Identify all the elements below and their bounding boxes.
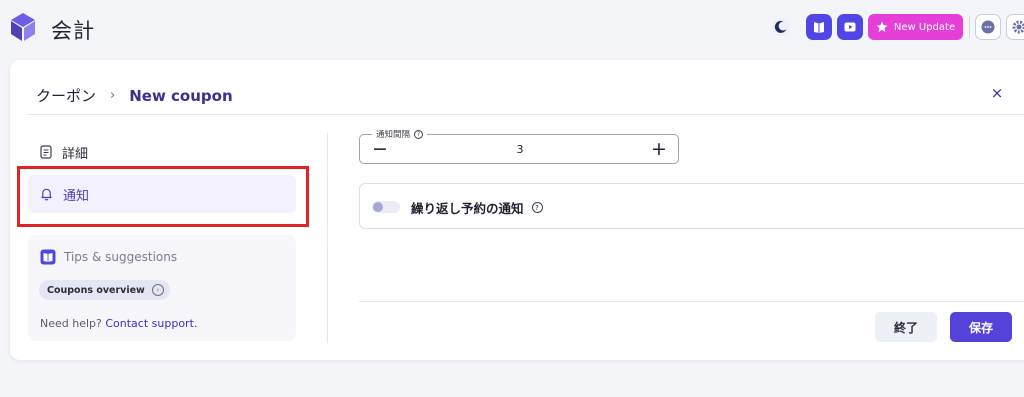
increment-button[interactable]: + bbox=[651, 138, 667, 160]
help-icon[interactable]: ? bbox=[414, 129, 424, 139]
help-text: Need help? Contact support. bbox=[40, 317, 197, 330]
interval-value: 3 bbox=[516, 143, 524, 156]
repeat-notification-box: 繰り返し予約の通知 ? bbox=[359, 183, 1024, 229]
chip-label: Coupons overview bbox=[47, 284, 145, 296]
app-logo-icon bbox=[11, 13, 35, 41]
top-bar: 会計 New Update bbox=[0, 0, 1024, 56]
interval-stepper[interactable]: 通知間隔 ? − 3 + bbox=[359, 128, 679, 164]
breadcrumb-current: New coupon bbox=[129, 86, 233, 105]
guide-button[interactable] bbox=[806, 14, 832, 40]
repeat-notification-toggle[interactable] bbox=[372, 201, 400, 213]
book-icon bbox=[814, 22, 824, 33]
chat-icon bbox=[981, 20, 995, 34]
settings-button[interactable] bbox=[1006, 14, 1024, 40]
footer-divider bbox=[359, 301, 1024, 302]
breadcrumb: クーポン › New coupon bbox=[36, 85, 233, 106]
star-icon bbox=[876, 21, 888, 32]
sidebar-item-label: 詳細 bbox=[62, 146, 89, 162]
help-icon[interactable]: ? bbox=[531, 202, 543, 213]
video-icon bbox=[844, 22, 856, 32]
coupon-panel: クーポン › New coupon × 詳細 通知 Tips & suggest… bbox=[10, 60, 1024, 360]
help-prefix: Need help? bbox=[40, 317, 102, 330]
moon-icon bbox=[772, 18, 790, 36]
header-divider bbox=[27, 114, 1024, 115]
repeat-notification-label: 繰り返し予約の通知 bbox=[411, 201, 524, 216]
document-icon bbox=[40, 145, 52, 159]
topbar-divider bbox=[969, 16, 970, 38]
tips-header: Tips & suggestions bbox=[40, 249, 177, 265]
toggle-knob bbox=[373, 202, 383, 212]
breadcrumb-root[interactable]: クーポン bbox=[36, 85, 96, 106]
chevron-right-icon: › bbox=[151, 284, 164, 296]
close-icon[interactable]: × bbox=[989, 84, 1005, 102]
video-button[interactable] bbox=[837, 14, 863, 40]
end-button[interactable]: 終了 bbox=[875, 312, 937, 342]
coupons-overview-chip[interactable]: Coupons overview › bbox=[39, 280, 170, 300]
chevron-right-icon: › bbox=[110, 88, 116, 103]
tips-box: Tips & suggestions Coupons overview › Ne… bbox=[28, 235, 296, 341]
repeat-notification-label-wrap: 繰り返し予約の通知 ? bbox=[411, 198, 543, 217]
save-button[interactable]: 保存 bbox=[950, 312, 1012, 342]
gear-icon bbox=[1012, 20, 1024, 34]
contact-support-link[interactable]: Contact support. bbox=[105, 317, 197, 330]
book-icon bbox=[40, 249, 56, 265]
chat-button[interactable] bbox=[975, 14, 1001, 40]
panel-divider bbox=[327, 133, 328, 343]
selection-highlight bbox=[17, 166, 309, 227]
dark-mode-button[interactable] bbox=[768, 14, 794, 40]
new-update-button[interactable]: New Update bbox=[868, 14, 963, 40]
new-update-label: New Update bbox=[893, 21, 956, 33]
app-title: 会計 bbox=[51, 19, 95, 43]
tips-title: Tips & suggestions bbox=[64, 250, 178, 264]
